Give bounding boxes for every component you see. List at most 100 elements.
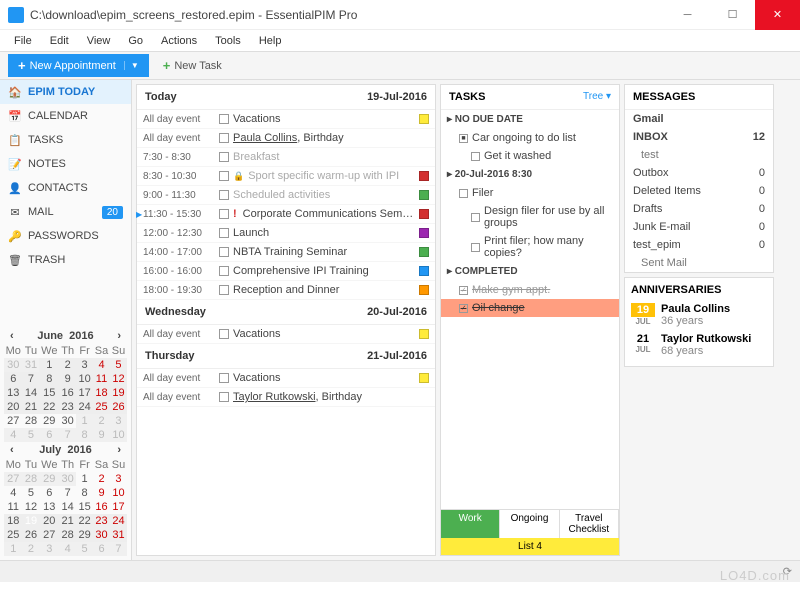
cal-next[interactable]: › xyxy=(117,444,121,456)
checkbox[interactable] xyxy=(219,133,229,143)
watermark: LO4D.com xyxy=(720,568,790,583)
mail-folder[interactable]: test_epim0 xyxy=(625,236,773,254)
nav-contacts[interactable]: 👤CONTACTS xyxy=(0,176,131,200)
checkbox[interactable] xyxy=(219,266,229,276)
nav-trash[interactable]: 🗑TRASH xyxy=(0,248,131,272)
event-row[interactable]: All day eventVacations xyxy=(137,325,435,344)
nav-icon: 🔑 xyxy=(8,229,22,243)
checkbox[interactable] xyxy=(219,228,229,238)
new-appointment-button[interactable]: + New Appointment ▼ xyxy=(8,54,149,77)
menu-view[interactable]: View xyxy=(79,33,119,49)
mail-folder[interactable]: INBOX12 xyxy=(625,128,773,146)
checkbox[interactable] xyxy=(471,243,480,252)
mail-folder[interactable]: Drafts0 xyxy=(625,200,773,218)
checkbox[interactable]: ■ xyxy=(459,134,468,143)
minimize-button[interactable]: ─ xyxy=(665,0,710,30)
new-task-button[interactable]: + New Task xyxy=(155,54,230,77)
menu-help[interactable]: Help xyxy=(251,33,290,49)
event-text: Comprehensive IPI Training xyxy=(233,265,415,277)
checkbox[interactable] xyxy=(219,114,229,124)
task-item[interactable]: Print filer; how many copies? xyxy=(441,232,619,262)
checkbox[interactable] xyxy=(219,373,229,383)
nav-icon: 📅 xyxy=(8,109,22,123)
event-row[interactable]: 16:00 - 16:00Comprehensive IPI Training xyxy=(137,262,435,281)
event-row[interactable]: All day eventTaylor Rutkowski, Birthday xyxy=(137,388,435,407)
checkbox[interactable] xyxy=(219,329,229,339)
cal-month[interactable]: July 2016 xyxy=(39,444,92,456)
checkbox[interactable] xyxy=(219,190,229,200)
cal-prev[interactable]: ‹ xyxy=(10,330,14,342)
checkbox[interactable] xyxy=(471,213,480,222)
nav-tasks[interactable]: 📋TASKS xyxy=(0,128,131,152)
checkbox[interactable] xyxy=(219,171,229,181)
event-row[interactable]: ▶11:30 - 15:30!Corporate Communications … xyxy=(137,205,435,224)
nav-passwords[interactable]: 🔑PASSWORDS xyxy=(0,224,131,248)
task-item[interactable]: Filer xyxy=(441,184,619,202)
event-text: Paula Collins, Birthday xyxy=(233,132,429,144)
mail-folder[interactable]: Deleted Items0 xyxy=(625,182,773,200)
nav-notes[interactable]: 📝NOTES xyxy=(0,152,131,176)
event-row[interactable]: 9:00 - 11:30Scheduled activities xyxy=(137,186,435,205)
app-icon xyxy=(8,7,24,23)
mail-folder[interactable]: test xyxy=(625,146,773,164)
event-row[interactable]: All day eventVacations xyxy=(137,110,435,129)
anniversary-item[interactable]: 21JULTaylor Rutkowski68 years xyxy=(631,330,767,360)
task-group[interactable]: ▸ 20-Jul-2016 8:30 xyxy=(441,165,619,184)
day-date: 21-Jul-2016 xyxy=(367,350,427,362)
mail-folder[interactable]: Outbox0 xyxy=(625,164,773,182)
menu-actions[interactable]: Actions xyxy=(153,33,205,49)
checkbox[interactable] xyxy=(219,209,229,219)
task-item[interactable]: ✓Oil change xyxy=(441,299,619,317)
checkbox[interactable] xyxy=(219,392,229,402)
task-text: Make gym appt. xyxy=(472,284,550,296)
menu-tools[interactable]: Tools xyxy=(207,33,249,49)
checkbox[interactable] xyxy=(471,152,480,161)
menu-file[interactable]: File xyxy=(6,33,40,49)
tasks-view-toggle[interactable]: Tree ▾ xyxy=(583,91,611,103)
menu-edit[interactable]: Edit xyxy=(42,33,77,49)
maximize-button[interactable]: ☐ xyxy=(710,0,755,30)
mail-folder[interactable]: Sent Mail xyxy=(625,254,773,272)
event-row[interactable]: 8:30 - 10:30🔒Sport specific warm-up with… xyxy=(137,167,435,186)
cal-prev[interactable]: ‹ xyxy=(10,444,14,456)
nav-epim-today[interactable]: 🏠EPIM TODAY xyxy=(0,80,131,104)
event-row[interactable]: 14:00 - 17:00NBTA Training Seminar xyxy=(137,243,435,262)
checkbox[interactable] xyxy=(219,247,229,257)
nav-mail[interactable]: ✉MAIL20 xyxy=(0,200,131,224)
task-item[interactable]: Design filer for use by all groups xyxy=(441,202,619,232)
event-text: NBTA Training Seminar xyxy=(233,246,415,258)
event-row[interactable]: 18:00 - 19:30Reception and Dinner xyxy=(137,281,435,300)
task-group[interactable]: ▸ NO DUE DATE xyxy=(441,110,619,129)
checkbox[interactable]: ✓ xyxy=(459,304,468,313)
anniversary-item[interactable]: 19JULPaula Collins36 years xyxy=(631,300,767,330)
event-row[interactable]: All day eventVacations xyxy=(137,369,435,388)
checkbox[interactable]: ✓ xyxy=(459,286,468,295)
task-tab[interactable]: Travel Checklist xyxy=(560,509,619,538)
task-tab[interactable]: Work xyxy=(441,509,500,538)
cal-month[interactable]: June 2016 xyxy=(37,330,93,342)
checkbox[interactable] xyxy=(459,189,468,198)
event-row[interactable]: All day eventPaula Collins, Birthday xyxy=(137,129,435,148)
dropdown-icon[interactable]: ▼ xyxy=(124,61,139,70)
event-time: 12:00 - 12:30 xyxy=(143,228,215,239)
mini-calendar[interactable]: MoTuWeThFrSaSu30311234567891011121314151… xyxy=(4,344,127,442)
task-item[interactable]: Get it washed xyxy=(441,147,619,165)
checkbox[interactable] xyxy=(219,152,229,162)
category-color xyxy=(419,247,429,257)
task-tab-list4[interactable]: List 4 xyxy=(441,538,619,555)
mail-folder[interactable]: Junk E-mail0 xyxy=(625,218,773,236)
new-task-label: New Task xyxy=(174,60,221,72)
task-tab[interactable]: Ongoing xyxy=(500,509,559,538)
task-group[interactable]: ▸ COMPLETED xyxy=(441,262,619,281)
cal-next[interactable]: › xyxy=(117,330,121,342)
nav-calendar[interactable]: 📅CALENDAR xyxy=(0,104,131,128)
event-row[interactable]: 12:00 - 12:30Launch xyxy=(137,224,435,243)
task-item[interactable]: ✓ Make gym appt. xyxy=(441,281,619,299)
mini-calendar[interactable]: MoTuWeThFrSaSu27282930123456789101112131… xyxy=(4,458,127,556)
mail-account[interactable]: Gmail xyxy=(633,113,664,125)
close-button[interactable]: ✕ xyxy=(755,0,800,30)
menu-go[interactable]: Go xyxy=(120,33,151,49)
task-item[interactable]: ■Car ongoing to do list xyxy=(441,129,619,147)
checkbox[interactable] xyxy=(219,285,229,295)
event-row[interactable]: 7:30 - 8:30Breakfast xyxy=(137,148,435,167)
